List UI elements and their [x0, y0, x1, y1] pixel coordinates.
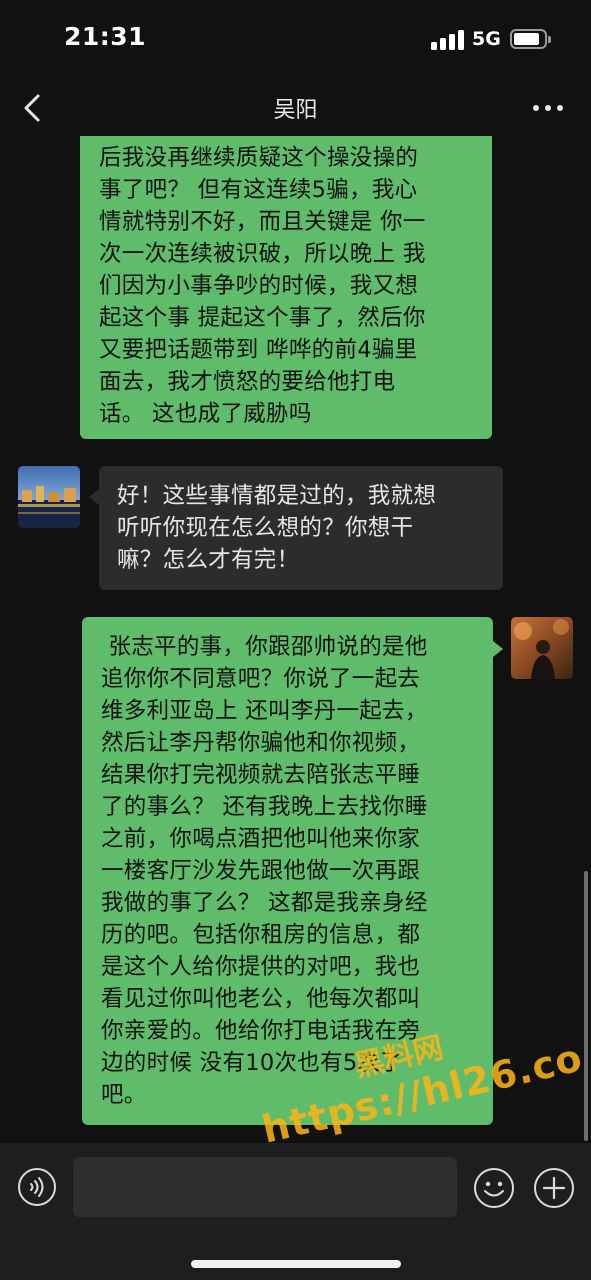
input-toolbar: [0, 1143, 591, 1280]
battery-icon: [510, 29, 551, 49]
status-bar: 21:31 5G: [0, 0, 591, 80]
signal-bars-icon: [431, 30, 465, 50]
more-dots-icon[interactable]: [528, 94, 568, 122]
message-bubble-sent[interactable]: 后我没再继续质疑这个操没操的 事了吧？ 但有这连续5骗，我心 情就特别不好，而且…: [80, 136, 492, 439]
message-input[interactable]: [73, 1157, 457, 1217]
network-type: 5G: [472, 28, 501, 50]
scrollbar[interactable]: [584, 871, 588, 1141]
message-bubble-sent[interactable]: 张志平的事，你跟邵帅说的是他 追你你不同意吧？你说了一起去 维多利亚岛上 还叫李…: [82, 617, 493, 1125]
status-time: 21:31: [64, 22, 147, 51]
chat-header: 吴阳: [0, 80, 591, 136]
voice-icon[interactable]: [17, 1167, 57, 1207]
message-text: 张志平的事，你跟邵帅说的是他 追你你不同意吧？你说了一起去 维多利亚岛上 还叫李…: [101, 634, 428, 1108]
message-bubble-received[interactable]: 好！这些事情都是过的，我就想 听听你现在怎么想的？你想干 嘛？怎么才有完！: [99, 466, 503, 590]
bubble-tail: [89, 489, 99, 505]
contact-avatar[interactable]: [18, 466, 80, 528]
message-text: 后我没再继续质疑这个操没操的 事了吧？ 但有这连续5骗，我心 情就特别不好，而且…: [99, 145, 426, 427]
user-avatar[interactable]: [511, 617, 573, 679]
plus-icon[interactable]: [533, 1167, 575, 1209]
contact-name: 吴阳: [273, 98, 318, 123]
chat-message-list[interactable]: 后我没再继续质疑这个操没操的 事了吧？ 但有这连续5骗，我心 情就特别不好，而且…: [0, 136, 591, 1143]
home-indicator[interactable]: [191, 1260, 401, 1268]
emoji-icon[interactable]: [473, 1167, 515, 1209]
message-text: 好！这些事情都是过的，我就想 听听你现在怎么想的？你想干 嘛？怎么才有完！: [117, 483, 437, 573]
bubble-tail: [493, 641, 503, 657]
